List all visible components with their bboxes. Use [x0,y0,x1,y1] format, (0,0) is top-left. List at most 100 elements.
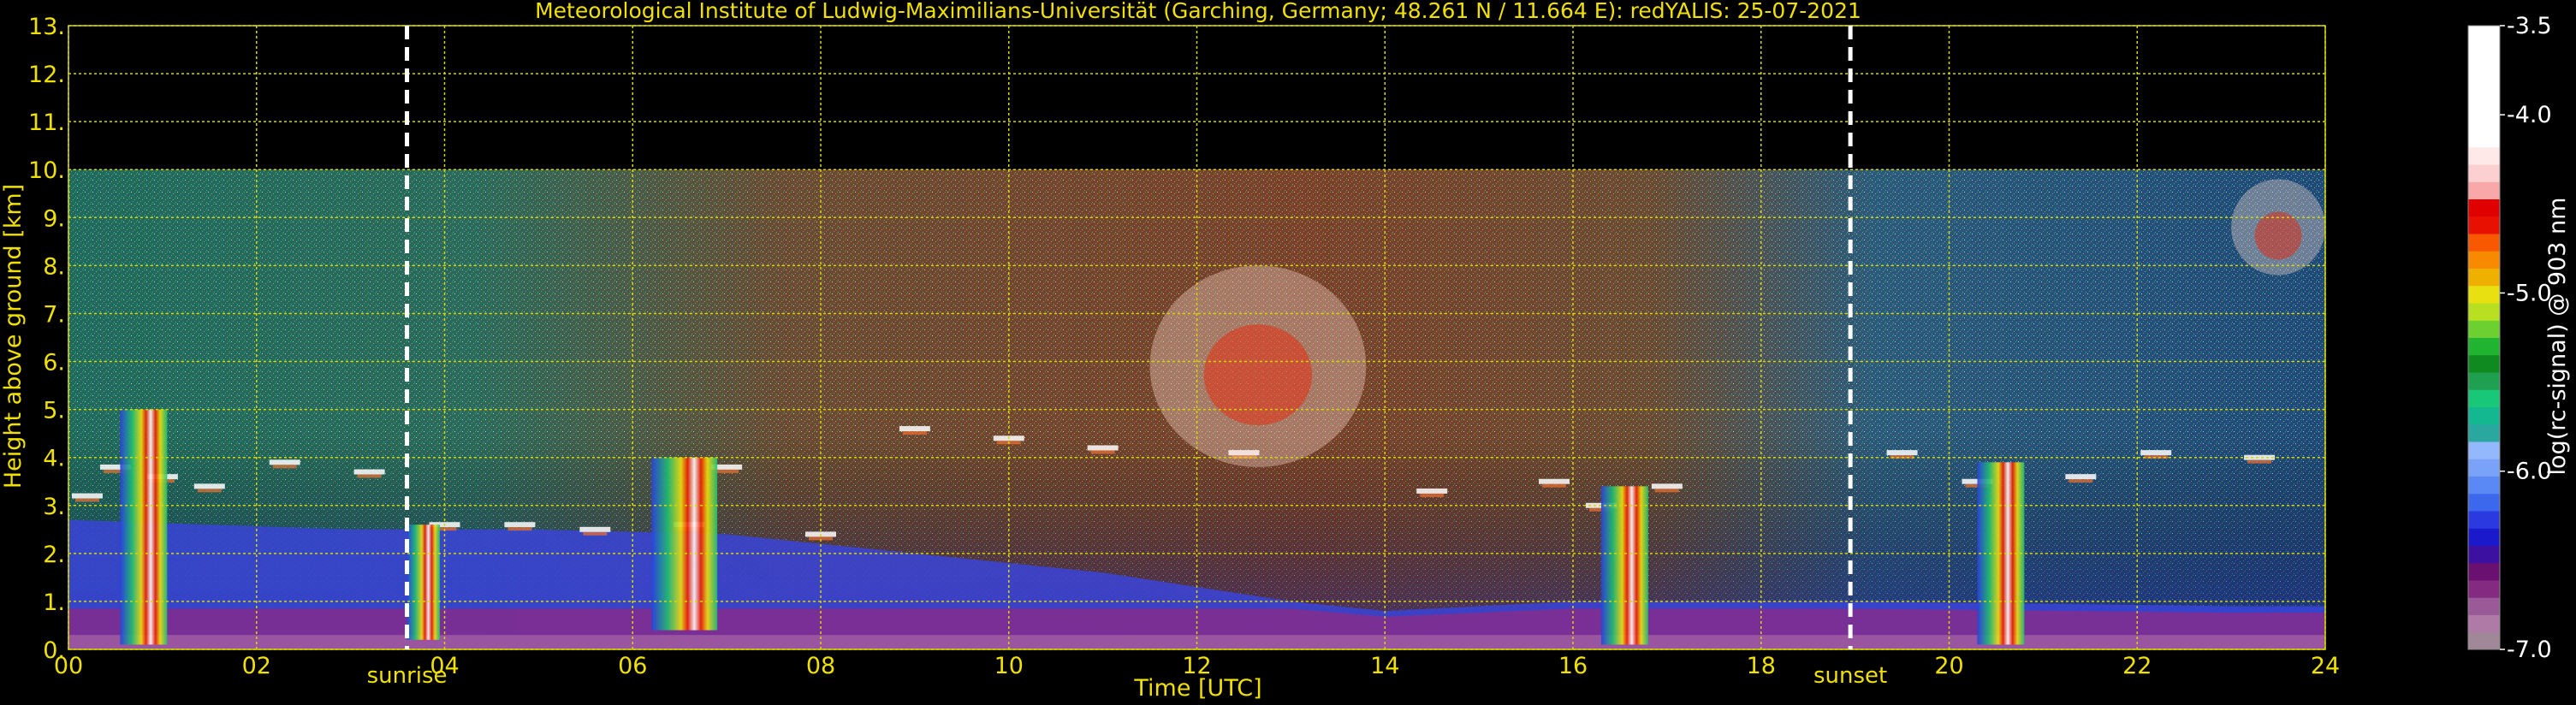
colorbar-swatch [2468,146,2500,165]
cloud-layer-edge [507,527,532,531]
colorbar-swatch [2468,545,2500,564]
colorbar-swatch [2468,631,2500,650]
cloud-layer-segment [1087,445,1119,451]
colorbar-swatch [2468,198,2500,217]
cloud-layer-segment [2065,474,2097,480]
x-tick-label: 14 [1370,653,1399,679]
y-tick-label: 5. [43,398,65,424]
colorbar: -3.5-4.0-5.0-6.0-7.0 [2467,13,2552,663]
cloud-layer-segment [71,493,103,499]
colorbar-swatch [2468,562,2500,581]
y-tick-label: 7. [43,301,65,328]
y-tick-label: 8. [43,253,65,280]
colorbar-swatch [2468,580,2500,598]
y-tick-label: 6. [43,350,65,376]
cloud-layer-segment [1651,483,1683,489]
cloud-layer-edge [583,531,608,536]
x-tick-label: 20 [1934,653,1963,679]
cloud-layer-edge [357,474,382,478]
aerosol-plume [1600,486,1648,645]
colorbar-swatch [2468,129,2500,148]
colorbar-swatch [2468,112,2500,130]
cloud-layer-segment [269,459,300,465]
y-tick-labels: 0. 1. 2. 3. 4. 5. 6. 7. 8. 9. 10. 11. 12. 13. [28,14,65,664]
colorbar-swatch [2468,372,2500,390]
cloud-layer-segment [1886,450,1918,456]
cloud-layer-segment [899,426,930,432]
x-tick-label: 10 [994,653,1024,679]
cloud-layer-edge [1090,450,1115,454]
cloud-layer-segment [504,522,536,528]
colorbar-swatch [2468,43,2500,61]
cloud-layer-edge [1654,489,1679,493]
colorbar-swatch [2468,337,2500,356]
x-tick-label: 18 [1747,653,1776,679]
cloud-layer-edge [2247,459,2272,464]
colorbar-label: log(rc-signal) @ 903 nm [2544,198,2571,476]
colorbar-swatch [2468,77,2500,96]
colorbar-swatch [2468,614,2500,633]
cloud-layer-segment [193,483,225,489]
aerosol-plume [651,457,718,631]
colorbar-swatch [2468,95,2500,113]
cloud-layer-segment [1539,478,1570,484]
cloud-layer-edge [715,469,739,473]
x-tick-label: 04 [430,653,459,679]
aerosol-plume [407,524,441,640]
colorbar-swatch [2468,303,2500,321]
marker-sunset-label: sunset [1813,663,1887,689]
y-tick-label: 12. [28,62,65,88]
x-tick-label: 06 [618,653,647,679]
y-tick-label: 10. [28,157,65,184]
colorbar-swatch [2468,406,2500,425]
y-tick-label: 9. [43,205,65,232]
cloud-layer-edge [1420,493,1445,497]
colorbar-swatch [2468,164,2500,182]
x-tick-label: 24 [2311,653,2340,679]
colorbar-swatch [2468,26,2500,44]
aerosol-plume [120,409,168,645]
colorbar-swatch [2468,493,2500,512]
colorbar-swatch [2468,285,2500,304]
cirrus-core [2254,211,2302,260]
colorbar-tick-label: -3.5 [2507,13,2552,39]
cloud-layer-edge [74,498,99,502]
colorbar-swatch [2468,511,2500,529]
chart-title: Meteorological Institute of Ludwig-Maxim… [535,0,1861,23]
y-tick-label: 4. [43,446,65,472]
cloud-layer-segment [353,469,385,475]
colorbar-swatch [2468,251,2500,269]
colorbar-swatch [2468,597,2500,615]
colorbar-swatch [2468,268,2500,287]
cloud-layer-edge [272,465,297,469]
colorbar-swatch [2468,234,2500,252]
x-tick-label: 08 [806,653,835,679]
cloud-layer-segment [1416,488,1448,494]
x-axis-label: Time [UTC] [1133,675,1261,702]
colorbar-swatch [2468,181,2500,199]
colorbar-swatch [2468,60,2500,79]
y-tick-label: 11. [28,110,65,136]
colorbar-swatch [2468,459,2500,477]
cloud-layer-edge [902,431,927,435]
colorbar-swatch [2468,389,2500,407]
cloud-layer-segment [2244,454,2276,460]
y-axis-label: Height above ground [km] [0,184,27,489]
colorbar-swatch [2468,528,2500,546]
colorbar-swatch [2468,354,2500,373]
x-tick-label: 02 [242,653,271,679]
x-tick-label: 16 [1558,653,1588,679]
cloud-layer-edge [197,489,222,493]
colorbar-swatch [2468,441,2500,459]
y-tick-label: 2. [43,542,65,568]
cloud-layer-segment [2140,450,2172,456]
y-tick-label: 13. [28,14,65,40]
colorbar-swatch [2468,476,2500,495]
colorbar-tick-label: -7.0 [2507,637,2552,663]
x-tick-label: 22 [2122,653,2152,679]
y-tick-label: 3. [43,494,65,520]
cloud-layer-segment [579,526,611,532]
colorbar-swatch [2468,424,2500,442]
colorbar-tick-label: -4.0 [2507,102,2552,128]
y-tick-label: 0. [43,637,65,664]
